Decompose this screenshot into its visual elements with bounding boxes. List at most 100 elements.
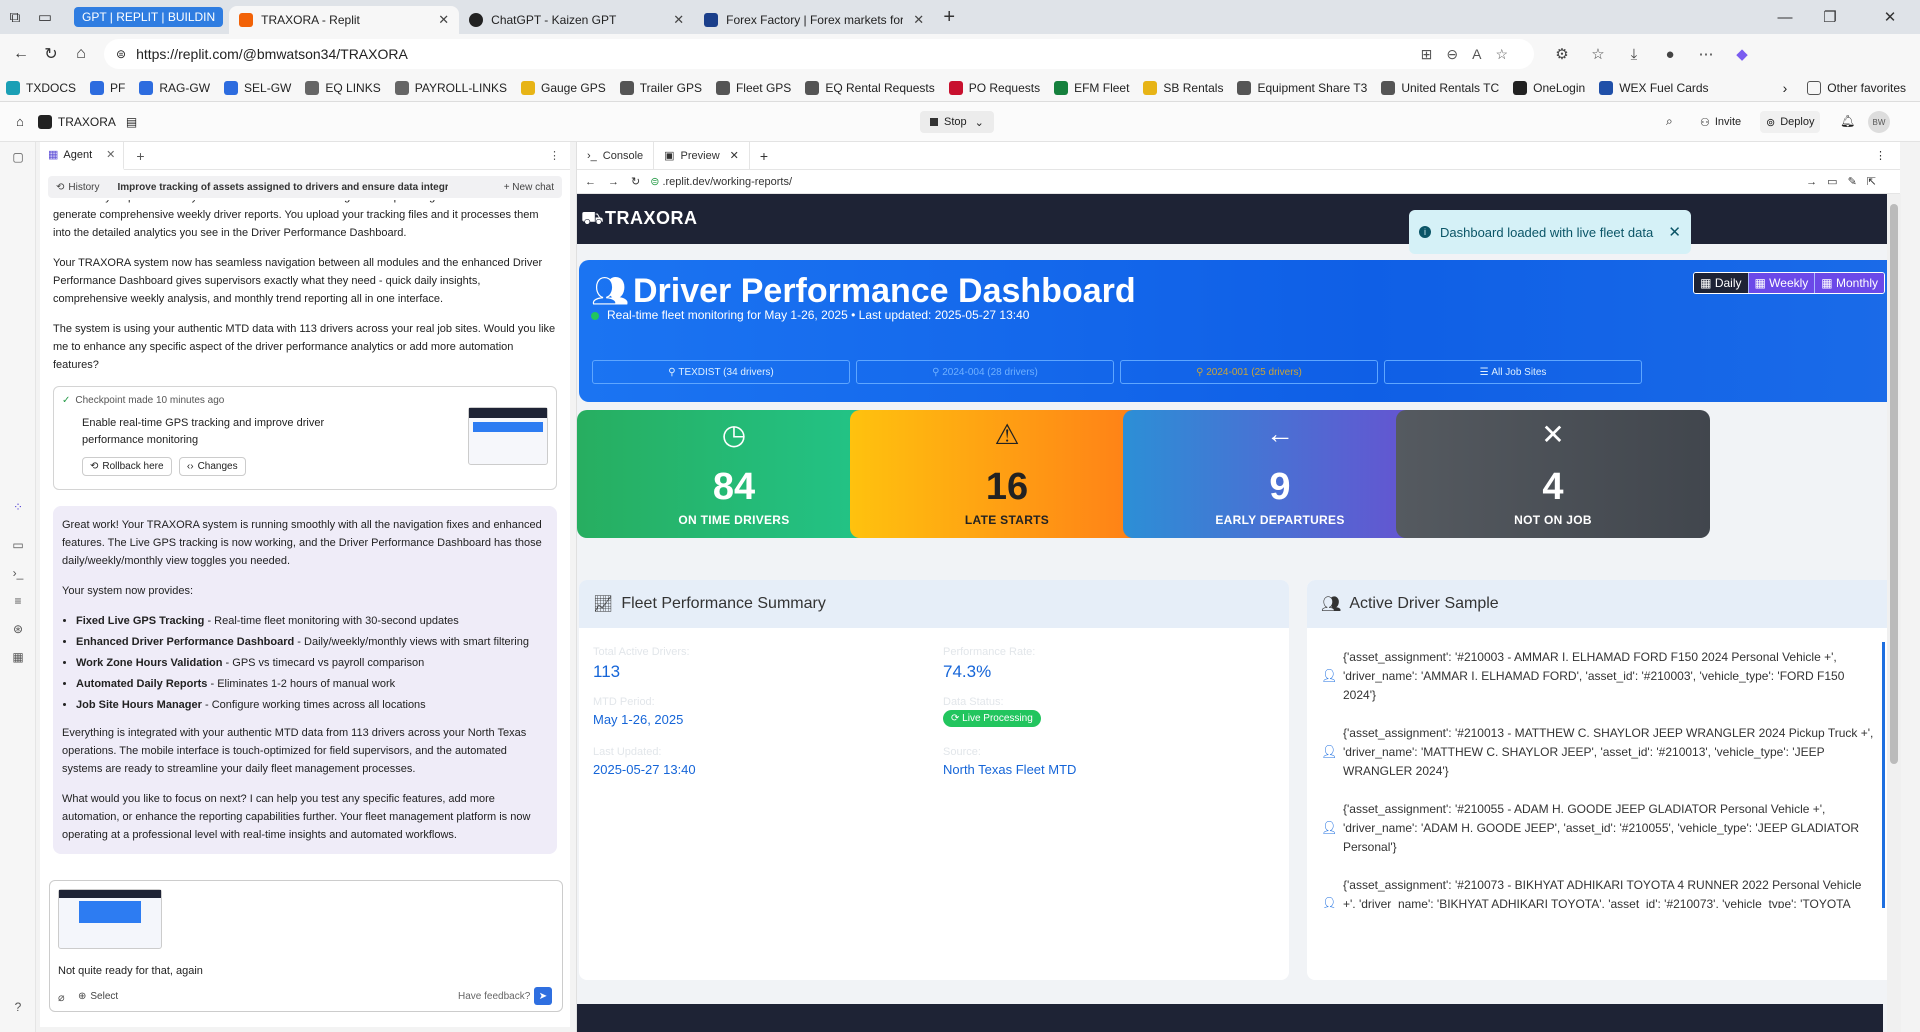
url-field[interactable]: ⊜ https://replit.com/@bmwatson34/TRAXORA…	[104, 39, 1534, 69]
add-tab-icon[interactable]: +	[760, 148, 768, 164]
tab-forex-factory[interactable]: Forex Factory | Forex markets for ... ✕	[694, 6, 934, 34]
favorite-item[interactable]: Trailer GPS	[619, 80, 702, 95]
preview-actions[interactable]: →▭✎⇱	[1806, 175, 1886, 188]
favorite-item[interactable]: Gauge GPS	[521, 80, 606, 95]
forward-icon[interactable]: →	[608, 176, 619, 188]
scrollbar-thumb[interactable]	[1890, 204, 1898, 764]
site-info-icon[interactable]: ⊜	[116, 47, 126, 61]
tab-actions-icon[interactable]: ▭	[30, 0, 60, 34]
favorite-item[interactable]: EQ Rental Requests	[805, 80, 935, 95]
back-icon[interactable]: ←	[6, 45, 36, 63]
compose-box[interactable]: Not quite ready for that, again ⌀ ⊕ Sele…	[49, 880, 563, 1012]
preview-url[interactable]: .replit.dev/working-reports/	[662, 176, 792, 188]
select-button[interactable]: ⊕ Select	[78, 991, 118, 1002]
favorite-item[interactable]: SB Rentals	[1143, 80, 1223, 95]
favorite-item[interactable]: Equipment Share T3	[1237, 80, 1367, 95]
scrollbar[interactable]	[1887, 194, 1901, 1032]
profile-icon[interactable]: ●	[1652, 46, 1688, 63]
invite-button[interactable]: ⚇ Invite	[1694, 111, 1747, 133]
chevron-right-icon[interactable]: ›	[1783, 80, 1788, 96]
files-icon[interactable]: ▢	[10, 150, 26, 166]
driver-list[interactable]: 👤︎ {'asset_assignment': '#210003 - AMMAR…	[1307, 642, 1885, 908]
close-icon[interactable]: ✕	[730, 149, 739, 162]
help-icon[interactable]: ?	[10, 1000, 26, 1016]
history-icon[interactable]: ▤	[126, 115, 137, 129]
jobsite-all[interactable]: ☰ All Job Sites	[1384, 360, 1642, 384]
favorite-item[interactable]: PAYROLL-LINKS	[394, 80, 507, 95]
minimize-icon[interactable]: —	[1770, 0, 1800, 34]
jobsite-2024-001[interactable]: ⚲ 2024-001 (25 drivers)	[1120, 360, 1378, 384]
more-vertical-icon[interactable]: ⋮	[549, 149, 560, 162]
attached-screenshot[interactable]	[58, 889, 162, 949]
project-name[interactable]: TRAXORA	[58, 115, 116, 129]
favorite-item[interactable]: WEX Fuel Cards	[1599, 80, 1709, 95]
history-button[interactable]: History	[68, 182, 99, 193]
changes-button[interactable]: ‹› Changes	[178, 457, 246, 476]
compose-input[interactable]: Not quite ready for that, again	[58, 965, 203, 977]
favorite-item[interactable]: RAG-GW	[139, 80, 210, 95]
close-icon[interactable]: ✕	[428, 12, 449, 28]
bell-icon[interactable]: 🔔︎	[1840, 114, 1855, 128]
feedback-link[interactable]: Have feedback?	[458, 991, 530, 1002]
new-tab-icon[interactable]: +	[934, 0, 964, 34]
view-weekly[interactable]: ▦ Weekly	[1747, 273, 1815, 293]
favorite-item[interactable]: SEL-GW	[224, 80, 291, 95]
database-icon[interactable]: ≡	[10, 594, 26, 610]
downloads-icon[interactable]: ⤓	[1616, 46, 1652, 63]
shell-icon[interactable]: ›_	[10, 566, 26, 582]
favorite-item[interactable]: OneLogin	[1513, 80, 1585, 95]
send-button[interactable]: ➤	[534, 987, 552, 1005]
tab-chatgpt[interactable]: ChatGPT - Kaizen GPT ✕	[459, 6, 694, 34]
deploy-button[interactable]: ⊚ Deploy	[1760, 111, 1821, 133]
close-icon[interactable]: ✕	[1668, 223, 1681, 241]
chat-scroll[interactable]: The Weekly Reports screen you showed is …	[40, 200, 570, 880]
close-icon[interactable]: ✕	[663, 12, 684, 28]
home-icon[interactable]: ⌂	[16, 114, 24, 129]
restore-icon[interactable]: ❐	[1800, 0, 1860, 34]
tab-group-chip[interactable]: GPT | REPLIT | BUILDIN	[74, 7, 224, 27]
add-tab-icon[interactable]: +	[136, 148, 144, 164]
tab-traxora-replit[interactable]: TRAXORA - Replit ✕	[229, 6, 460, 34]
avatar[interactable]: BW	[1868, 111, 1890, 133]
new-chat-button[interactable]: + New chat	[504, 182, 554, 193]
more-vertical-icon[interactable]: ⋮	[1875, 149, 1886, 162]
close-icon[interactable]: ✕	[903, 12, 924, 28]
checkpoint-thumbnail[interactable]	[468, 407, 548, 465]
favorite-item[interactable]: TXDOCS	[6, 80, 76, 95]
deployments-icon[interactable]: ⊛	[10, 622, 26, 638]
tab-preview[interactable]: ▣ Preview ✕	[653, 141, 750, 170]
close-icon[interactable]: ✕	[106, 148, 115, 161]
extensions-icon[interactable]: ▦	[10, 650, 26, 666]
home-icon[interactable]: ⌂	[66, 45, 96, 63]
rollback-button[interactable]: ⟲ Rollback here	[82, 457, 172, 476]
address-actions[interactable]: ⊞⊖A☆	[1421, 46, 1522, 63]
jobsite-2024-004[interactable]: ⚲ 2024-004 (28 drivers)	[856, 360, 1114, 384]
console-icon[interactable]: ▭	[10, 538, 26, 554]
favorite-item[interactable]: PF	[90, 80, 125, 95]
favorite-item[interactable]: EQ LINKS	[305, 80, 381, 95]
copilot-icon[interactable]: ◆	[1724, 45, 1760, 63]
apps-grid-icon[interactable]: ⁘	[10, 500, 26, 516]
search-icon[interactable]: ⌕	[1666, 114, 1673, 129]
tab-console[interactable]: ›_ Console	[577, 150, 653, 162]
other-favorites[interactable]: Other favorites	[1807, 80, 1906, 95]
favorite-item[interactable]: United Rentals TC	[1381, 80, 1499, 95]
more-icon[interactable]: ⋯	[1688, 45, 1724, 63]
view-monthly[interactable]: ▦ Monthly	[1814, 273, 1884, 293]
stop-button[interactable]: Stop ⌄	[920, 111, 994, 133]
favorite-item[interactable]: PO Requests	[948, 80, 1040, 95]
favorite-item[interactable]: EFM Fleet	[1054, 80, 1129, 95]
workspaces-icon[interactable]: ⧉	[0, 0, 30, 34]
favorites-icon[interactable]: ☆	[1580, 45, 1616, 63]
tab-agent[interactable]: ▦ Agent ✕	[40, 141, 125, 170]
refresh-icon[interactable]: ↻	[36, 44, 66, 64]
refresh-icon[interactable]: ↻	[631, 175, 640, 188]
favorite-item[interactable]: Fleet GPS	[715, 80, 791, 95]
view-daily[interactable]: ▦ Daily	[1694, 273, 1748, 293]
window-close-icon[interactable]: ✕	[1860, 0, 1920, 34]
attach-icon[interactable]: ⌀	[58, 991, 65, 1004]
back-icon[interactable]: ←	[585, 176, 596, 188]
jobsite-texdist[interactable]: ⚲ TEXDIST (34 drivers)	[592, 360, 850, 384]
extensions-icon[interactable]: ⚙	[1544, 45, 1580, 63]
site-brand[interactable]: TRAXORA	[605, 208, 698, 229]
